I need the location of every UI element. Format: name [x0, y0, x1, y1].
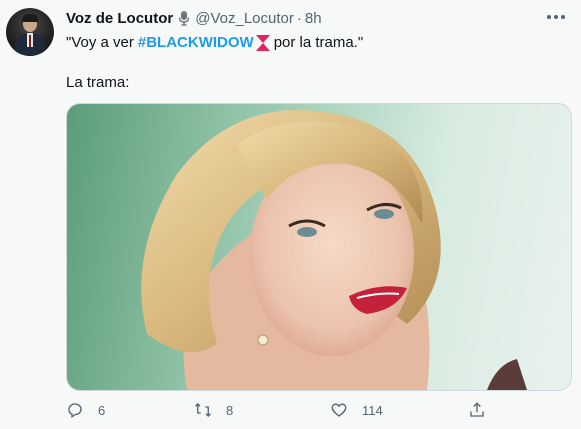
hashtag-link[interactable]: #BLACKWIDOW: [138, 34, 254, 51]
tweet-text-open: "Voy a ver: [66, 34, 134, 51]
tweet-text-line2: La trama:: [66, 74, 130, 91]
tweet[interactable]: Voz de Locutor @Voz_Locutor · 8h "Voy a …: [0, 0, 581, 429]
like-count: 114: [362, 402, 383, 418]
right-iris: [374, 209, 394, 219]
share-button[interactable]: [468, 398, 486, 422]
retweet-count: 8: [226, 402, 234, 418]
like-button[interactable]: 114: [330, 398, 383, 422]
reply-icon: [68, 403, 82, 419]
pearl-earring: [257, 334, 269, 346]
tweet-text-line1: "Voy a ver #BLACKWIDOW por la trama.": [66, 34, 363, 51]
avatar-hair: [22, 14, 38, 22]
share-icon: [470, 402, 484, 417]
dress-strap: [487, 359, 527, 390]
avatar[interactable]: [6, 8, 54, 56]
tweet-header: Voz de Locutor @Voz_Locutor · 8h: [66, 8, 322, 28]
hourglass-icon: [255, 34, 270, 51]
like-icon: [331, 403, 347, 417]
avatar-tie: [29, 35, 31, 47]
tweet-actions: 6 8 114: [62, 398, 572, 422]
timestamp[interactable]: 8h: [305, 10, 322, 27]
more-icon[interactable]: [545, 9, 567, 25]
reply-count: 6: [98, 402, 106, 418]
left-iris: [297, 227, 317, 237]
display-name[interactable]: Voz de Locutor: [66, 10, 173, 27]
tweet-text-close: por la trama.": [273, 34, 364, 51]
microphone-icon: [177, 10, 191, 26]
user-handle[interactable]: @Voz_Locutor: [195, 10, 294, 27]
separator-dot: ·: [296, 9, 302, 27]
retweet-button[interactable]: 8: [194, 398, 233, 422]
tweet-image[interactable]: [66, 103, 572, 391]
retweet-icon: [195, 403, 211, 417]
reply-button[interactable]: 6: [66, 398, 105, 422]
